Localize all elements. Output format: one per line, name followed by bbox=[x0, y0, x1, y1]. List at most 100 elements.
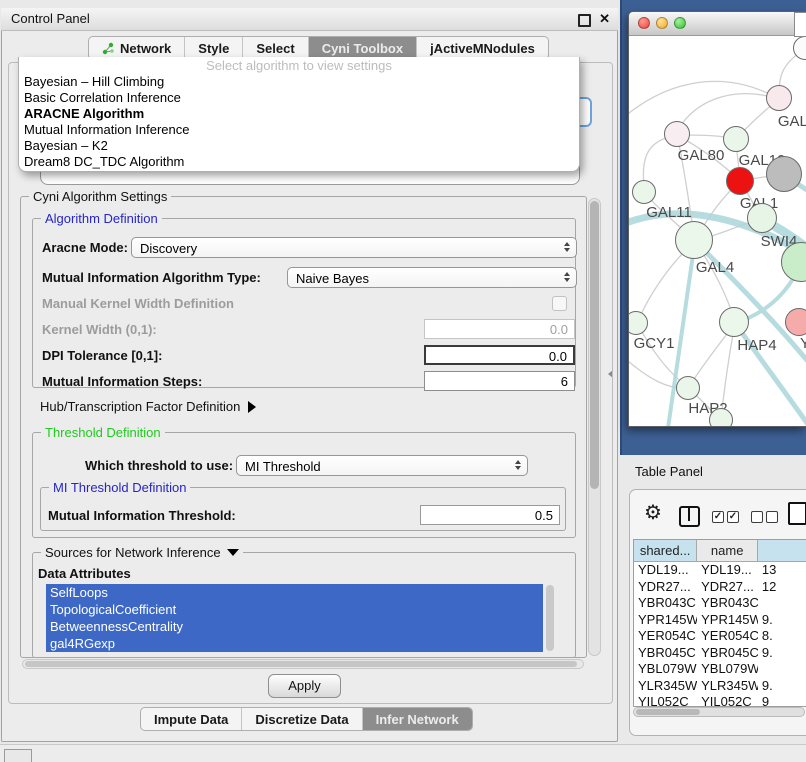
mi-threshold-field[interactable]: 0.5 bbox=[420, 505, 560, 525]
list-item[interactable]: SelfLoops bbox=[46, 584, 543, 601]
status-strip bbox=[0, 744, 806, 762]
tab-label: jActiveMNodules bbox=[430, 41, 535, 56]
bottom-tabs: Impute Data Discretize Data Infer Networ… bbox=[140, 707, 473, 731]
network-node[interactable] bbox=[766, 156, 802, 192]
table-header-row: shared... name bbox=[634, 540, 806, 562]
network-canvas[interactable]: GAL7GAL80GAL10GAL1GAL11SWI4GAL4GCY1HAP4Y… bbox=[629, 35, 806, 426]
dpi-tolerance-field[interactable]: 0.0 bbox=[424, 345, 575, 365]
group-title: MI Threshold Definition bbox=[49, 480, 190, 495]
unchecked-checkbox-icon[interactable] bbox=[751, 511, 763, 523]
network-node-hap2[interactable] bbox=[676, 376, 700, 400]
stepper-arrows-icon bbox=[564, 242, 570, 252]
unchecked-checkbox-icon[interactable] bbox=[766, 511, 778, 523]
scrollbar-thumb[interactable] bbox=[25, 661, 577, 667]
table-row[interactable]: YLR345WYLR345W9. bbox=[634, 678, 806, 695]
mi-threshold-label: Mutual Information Threshold: bbox=[48, 508, 236, 523]
tab-impute-data[interactable]: Impute Data bbox=[141, 708, 241, 730]
table-row[interactable]: YBL079WYBL079W bbox=[634, 661, 806, 678]
table-row[interactable]: YBR045CYBR045C9. bbox=[634, 645, 806, 662]
hub-factor-section-toggle[interactable]: Hub/Transcription Factor Definition bbox=[40, 399, 256, 414]
table-row[interactable]: YBR043CYBR043C bbox=[634, 595, 806, 612]
tab-discretize-data[interactable]: Discretize Data bbox=[241, 708, 361, 730]
algorithm-dropdown-popup: Select algorithm to view settings Bayesi… bbox=[18, 57, 580, 172]
list-item[interactable]: TopologicalCoefficient bbox=[46, 601, 543, 618]
minimize-traffic-light-icon[interactable] bbox=[656, 17, 668, 29]
aracne-mode-select[interactable]: Discovery bbox=[131, 237, 577, 258]
data-attributes-label: Data Attributes bbox=[38, 566, 131, 581]
group-title: Sources for Network Inference bbox=[41, 545, 243, 560]
zoom-traffic-light-icon[interactable] bbox=[674, 17, 686, 29]
network-icon bbox=[102, 42, 115, 55]
mi-algorithm-type-select[interactable]: Naive Bayes bbox=[287, 267, 577, 288]
column-header-shared-name[interactable]: shared... bbox=[634, 540, 697, 562]
tab-select[interactable]: Select bbox=[242, 37, 307, 59]
node-label: GCY1 bbox=[634, 335, 675, 352]
table-row[interactable]: YDR27...YDR27...12 bbox=[634, 579, 806, 596]
dropdown-item[interactable]: Dream8 DC_TDC Algorithm bbox=[19, 154, 579, 170]
network-node-gal1[interactable] bbox=[726, 167, 754, 195]
node-label: GAL80 bbox=[678, 147, 725, 164]
network-node-gal4[interactable] bbox=[675, 221, 713, 259]
tab-cyni-toolbox[interactable]: Cyni Toolbox bbox=[308, 37, 416, 59]
node-label: GAL7 bbox=[778, 113, 806, 130]
checked-checkbox-icon[interactable]: ✓ bbox=[712, 511, 724, 523]
table-horizontal-scrollbar[interactable] bbox=[633, 707, 805, 717]
dpi-tolerance-label: DPI Tolerance [0,1]: bbox=[42, 348, 162, 363]
tab-label: Impute Data bbox=[154, 712, 228, 727]
scrollbar-thumb[interactable] bbox=[636, 709, 700, 715]
which-threshold-select[interactable]: MI Threshold bbox=[236, 455, 528, 476]
float-window-icon[interactable] bbox=[578, 14, 591, 27]
corner-widget[interactable] bbox=[4, 749, 32, 762]
close-traffic-light-icon[interactable] bbox=[638, 17, 650, 29]
dropdown-item-selected[interactable]: ARACNE Algorithm bbox=[19, 106, 579, 122]
data-attributes-list[interactable]: SelfLoops TopologicalCoefficient Between… bbox=[46, 584, 543, 652]
table-row[interactable]: YDL19...YDL19...13 bbox=[634, 562, 806, 579]
settings-vertical-scrollbar[interactable] bbox=[588, 198, 601, 656]
network-node-gal10[interactable] bbox=[723, 126, 749, 152]
tab-label: Cyni Toolbox bbox=[322, 41, 403, 56]
tab-style[interactable]: Style bbox=[184, 37, 242, 59]
dropdown-item[interactable]: Mutual Information Inference bbox=[19, 122, 579, 138]
tab-label: Discretize Data bbox=[255, 712, 348, 727]
table-body[interactable]: YDL19...YDL19...13 YDR27...YDR27...12 YB… bbox=[634, 562, 806, 706]
table-row[interactable]: YER054CYER054C8. bbox=[634, 628, 806, 645]
list-item[interactable]: gal4RGexp bbox=[46, 635, 543, 652]
apply-button[interactable]: Apply bbox=[268, 674, 341, 698]
control-panel-titlebar[interactable]: Control Panel ✕ bbox=[1, 8, 618, 31]
table-row[interactable]: YPR145WYPR145W9. bbox=[634, 612, 806, 629]
dropdown-item[interactable]: Bayesian – Hill Climbing bbox=[19, 74, 579, 90]
which-threshold-label: Which threshold to use: bbox=[85, 458, 233, 473]
network-node-gal11[interactable] bbox=[632, 180, 656, 204]
scrollbar-thumb[interactable] bbox=[590, 201, 599, 489]
table-row[interactable]: YIL052CYIL052C9 bbox=[634, 694, 806, 706]
network-node-swi4[interactable] bbox=[747, 203, 777, 233]
tab-jactivemnodules[interactable]: jActiveMNodules bbox=[416, 37, 548, 59]
mi-steps-field[interactable]: 6 bbox=[424, 371, 575, 391]
network-window[interactable]: GAL7GAL80GAL10GAL1GAL11SWI4GAL4GCY1HAP4Y… bbox=[628, 11, 806, 427]
file-icon[interactable] bbox=[788, 502, 806, 525]
dropdown-item[interactable]: Basic Correlation Inference bbox=[19, 90, 579, 106]
sources-title: Sources for Network Inference bbox=[45, 545, 221, 560]
control-panel-title: Control Panel bbox=[11, 11, 90, 26]
manual-kernel-width-checkbox[interactable] bbox=[552, 296, 567, 311]
network-node-gal7[interactable] bbox=[766, 85, 792, 111]
settings-horizontal-scrollbar[interactable] bbox=[22, 659, 584, 669]
list-scrollbar[interactable] bbox=[546, 585, 554, 651]
stepper-arrows-icon bbox=[564, 272, 570, 282]
checked-checkbox-icon[interactable]: ✓ bbox=[727, 511, 739, 523]
network-node[interactable] bbox=[709, 408, 733, 426]
column-header-name[interactable]: name bbox=[697, 540, 758, 562]
collapse-arrow-icon[interactable] bbox=[227, 549, 239, 556]
close-icon[interactable]: ✕ bbox=[599, 11, 610, 27]
tab-infer-network[interactable]: Infer Network bbox=[362, 708, 472, 730]
dropdown-item[interactable]: Bayesian – K2 bbox=[19, 138, 579, 154]
network-node-hap4[interactable] bbox=[719, 307, 749, 337]
tab-network[interactable]: Network bbox=[89, 37, 184, 59]
columns-icon[interactable] bbox=[679, 506, 700, 527]
network-node-gal80[interactable] bbox=[664, 121, 690, 147]
network-window-titlebar[interactable] bbox=[629, 12, 806, 36]
column-header-partial[interactable] bbox=[758, 540, 806, 562]
network-node-y[interactable] bbox=[785, 308, 806, 336]
list-item[interactable]: BetweennessCentrality bbox=[46, 618, 543, 635]
gear-icon[interactable]: ⚙ bbox=[644, 500, 662, 525]
